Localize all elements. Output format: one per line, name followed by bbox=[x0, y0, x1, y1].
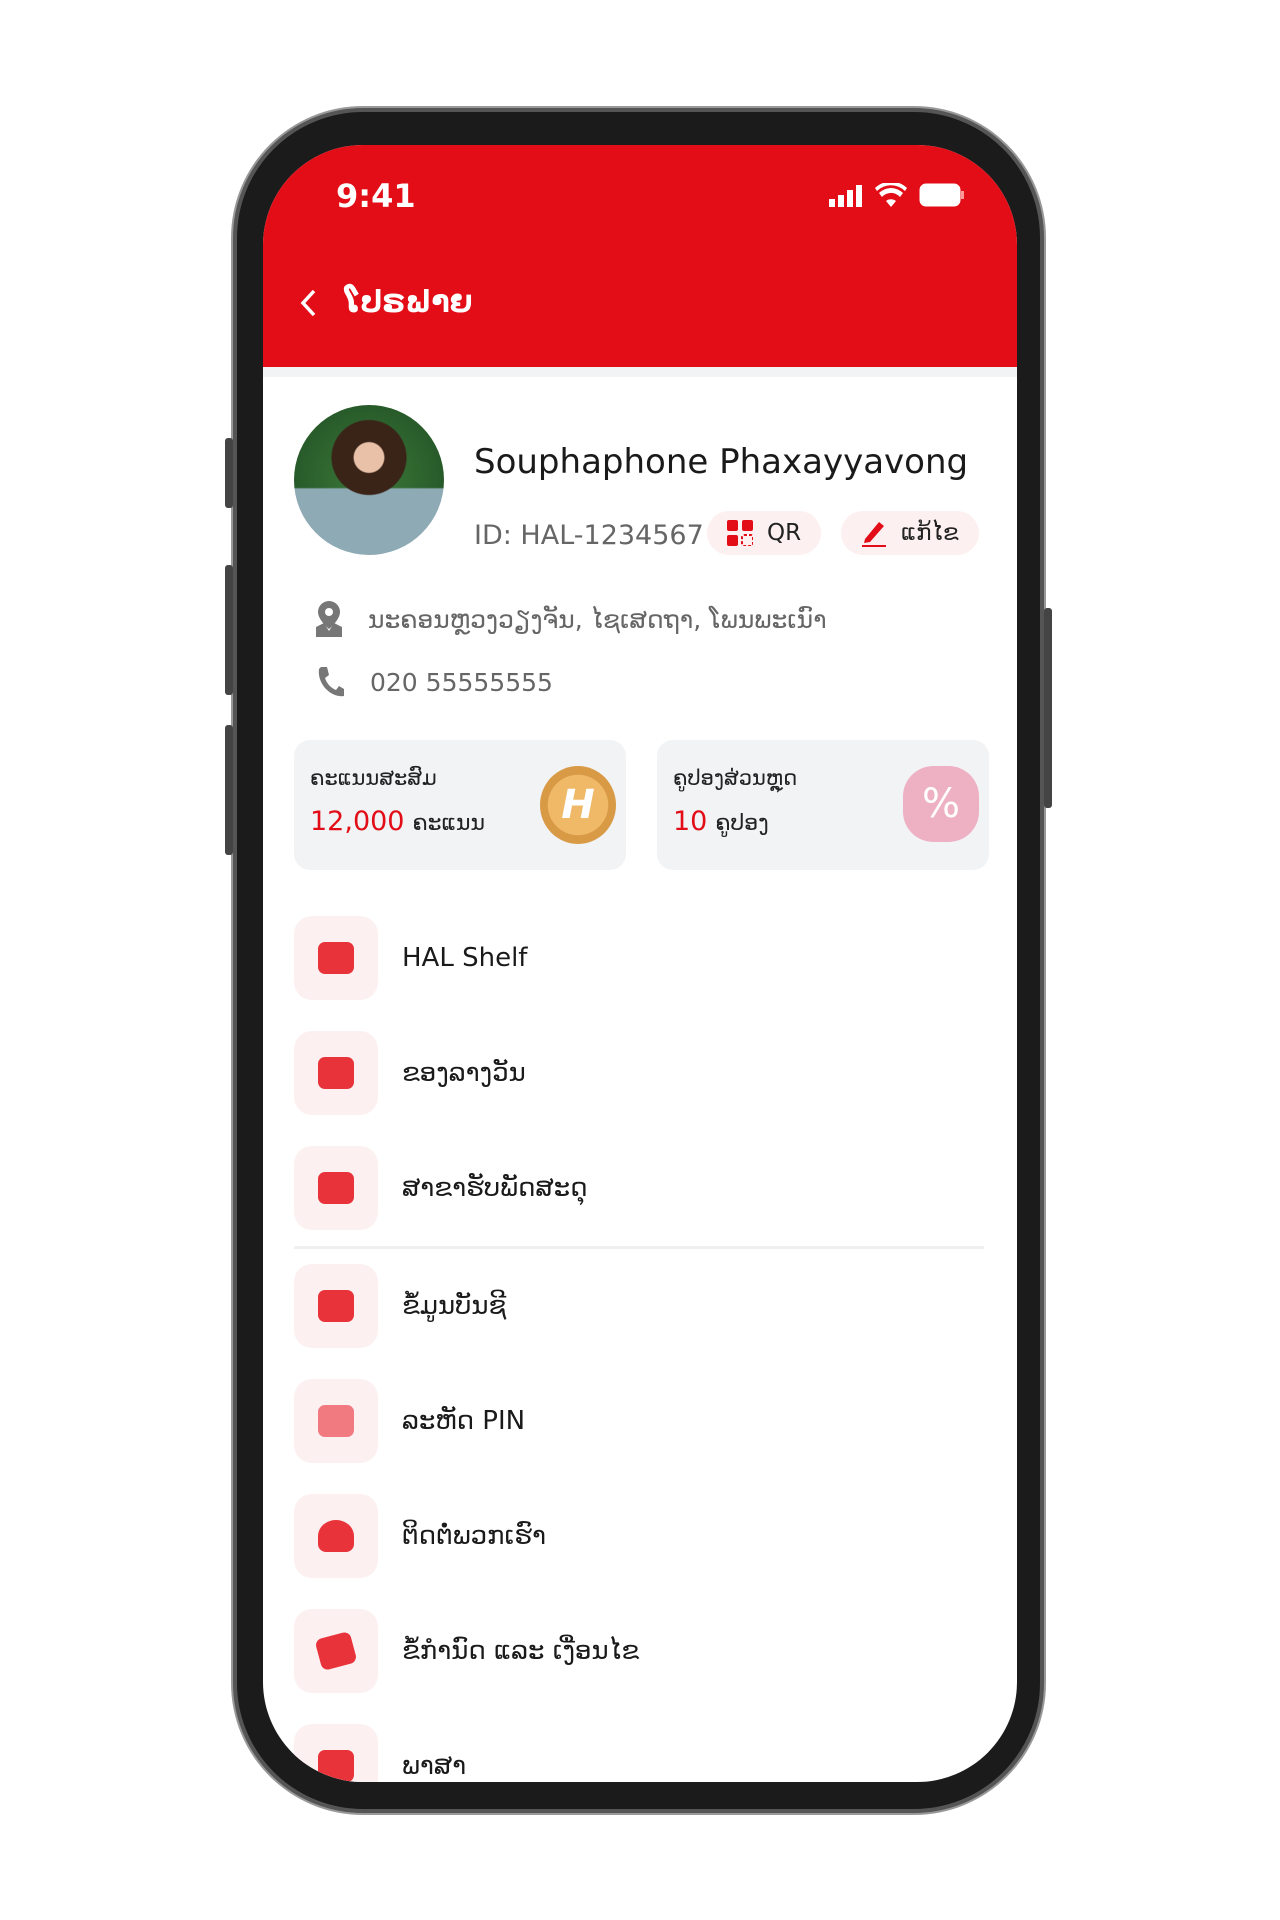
page-title: ໂປຣຟາຍ bbox=[345, 285, 473, 320]
coin-icon: H bbox=[540, 766, 616, 844]
points-unit: ຄະແນນ bbox=[412, 811, 485, 836]
edit-label: ແກ້ໄຂ bbox=[901, 520, 959, 546]
points-card[interactable]: ຄະແນນສະສົມ 12,000 ຄະແນນ H bbox=[294, 740, 626, 870]
menu-item-pin[interactable]: ລະຫັດ PIN bbox=[294, 1379, 984, 1463]
phone-row: 020 55555555 bbox=[316, 666, 553, 698]
divider bbox=[294, 1246, 984, 1249]
menu-label: ລະຫັດ PIN bbox=[402, 1406, 526, 1436]
address-row: ນະຄອນຫຼວງວຽງຈັນ, ໄຊເສດຖາ, ໂພນພະເນົາ bbox=[316, 601, 827, 637]
menu-item-pickup-branch[interactable]: ສາຂາຮັບພັດສະດຸ bbox=[294, 1146, 984, 1230]
divider bbox=[263, 367, 1017, 377]
menu-label: ຕິດຕໍ່ພວກເຮົາ bbox=[402, 1521, 547, 1551]
screen: 9:41 ໂປຣຟາຍ Souphaphone Phaxayyavong ID:… bbox=[263, 145, 1017, 1782]
menu-item-terms[interactable]: ຂໍ້ກຳນົດ ແລະ ເງື່ອນໄຂ bbox=[294, 1609, 984, 1693]
menu-label: ສາຂາຮັບພັດສະດຸ bbox=[402, 1173, 588, 1203]
qr-icon bbox=[727, 520, 753, 546]
menu-item-hal-shelf[interactable]: HAL Shelf bbox=[294, 916, 984, 1000]
id-card-icon bbox=[294, 1264, 378, 1348]
phone-button bbox=[225, 565, 233, 695]
menu-label: HAL Shelf bbox=[402, 943, 528, 973]
menu-item-account-info[interactable]: ຂໍ້ມູນບັນຊີ bbox=[294, 1264, 984, 1348]
phone-text: 020 55555555 bbox=[370, 667, 553, 697]
phone-icon bbox=[318, 667, 344, 697]
qr-label: QR bbox=[767, 520, 802, 546]
discount-icon: % bbox=[903, 766, 979, 842]
user-name: Souphaphone Phaxayyavong bbox=[474, 442, 969, 482]
status-time: 9:41 bbox=[336, 177, 416, 215]
pencil-icon bbox=[862, 522, 886, 547]
menu-item-contact[interactable]: ຕິດຕໍ່ພວກເຮົາ bbox=[294, 1494, 984, 1578]
status-icons bbox=[829, 183, 965, 207]
language-icon bbox=[294, 1724, 378, 1782]
menu-label: ຂໍ້ກຳນົດ ແລະ ເງື່ອນໄຂ bbox=[402, 1636, 640, 1666]
menu-label: ຂໍ້ມູນບັນຊີ bbox=[402, 1291, 507, 1321]
menu-label: ຂອງລາງວັນ bbox=[402, 1058, 526, 1088]
menu-item-language[interactable]: ພາສາ bbox=[294, 1724, 984, 1782]
phone-button bbox=[1044, 608, 1052, 808]
menu-label: ພາສາ bbox=[402, 1751, 467, 1781]
chevron-left-icon[interactable] bbox=[299, 288, 317, 318]
terms-icon bbox=[294, 1609, 378, 1693]
contact-icon bbox=[294, 1494, 378, 1578]
building-icon bbox=[294, 1146, 378, 1230]
qr-button[interactable]: QR bbox=[707, 511, 822, 555]
battery-icon bbox=[919, 183, 964, 207]
gift-icon bbox=[294, 1031, 378, 1115]
menu-item-rewards[interactable]: ຂອງລາງວັນ bbox=[294, 1031, 984, 1115]
pin-icon bbox=[294, 1379, 378, 1463]
header: 9:41 ໂປຣຟາຍ bbox=[263, 145, 1017, 367]
wifi-icon bbox=[875, 183, 907, 207]
signal-icon bbox=[829, 185, 862, 207]
points-value: 12,000 bbox=[310, 806, 405, 837]
shop-icon bbox=[294, 916, 378, 1000]
user-id: ID: HAL-1234567 bbox=[474, 520, 704, 551]
phone-button bbox=[225, 725, 233, 855]
avatar[interactable] bbox=[294, 405, 444, 555]
edit-button[interactable]: ແກ້ໄຂ bbox=[841, 511, 979, 555]
coupons-unit: ຄູປອງ bbox=[715, 811, 769, 836]
coupons-value: 10 bbox=[673, 806, 708, 837]
address-text: ນະຄອນຫຼວງວຽງຈັນ, ໄຊເສດຖາ, ໂພນພະເນົາ bbox=[368, 604, 827, 634]
phone-button bbox=[225, 438, 233, 508]
location-icon bbox=[316, 601, 342, 637]
coupons-card[interactable]: ຄູປອງສ່ວນຫຼຸດ 10 ຄູປອງ % bbox=[657, 740, 989, 870]
